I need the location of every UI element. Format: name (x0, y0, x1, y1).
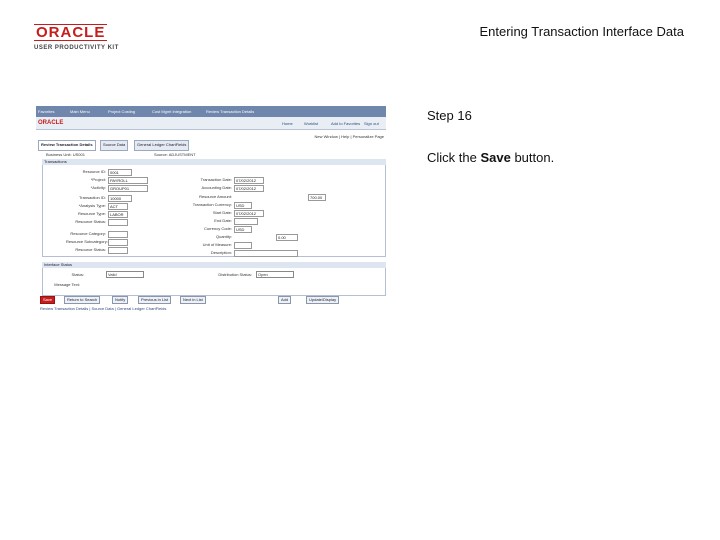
menu-favorites[interactable]: Favorites (38, 109, 54, 114)
link-add-favorites[interactable]: Add to Favorites (331, 121, 360, 126)
transactions-group-title: Transactions (42, 159, 386, 165)
step-label: Step 16 (427, 108, 472, 123)
action-button-bar: Save Return to Search Notify Previous in… (40, 296, 384, 304)
tab-source-data[interactable]: Source Data (100, 140, 129, 151)
business-unit-row: Business Unit: US001 (46, 152, 85, 157)
field-label: Transaction Date: (200, 177, 232, 182)
analysis-type-input[interactable]: ACT (108, 203, 128, 210)
distribution-status-label: Distribution Status: (218, 272, 252, 277)
field-label: Transaction Currency: (192, 202, 232, 207)
start-date-input[interactable]: 07/02/2012 (234, 210, 264, 217)
unit-of-measure-input[interactable] (234, 242, 252, 249)
end-date-input[interactable] (234, 218, 258, 225)
link-home[interactable]: Home (282, 121, 293, 126)
field-label: Resource Subcategory: (66, 239, 108, 244)
status-label: Status: (71, 272, 84, 277)
save-keyword: Save (480, 150, 511, 165)
oracle-upk-logo: ORACLE USER PRODUCTIVITY KIT (34, 24, 124, 51)
accounting-date-input[interactable]: 07/02/2012 (234, 185, 264, 192)
document-title: Entering Transaction Interface Data (479, 24, 684, 39)
field-label: Unit of Measure: (202, 242, 232, 247)
field-label: Resource ID: (82, 169, 106, 174)
activity-input[interactable]: GROUP01 (108, 185, 148, 192)
app-oracle-logo: ORACLE (38, 120, 64, 126)
transaction-date-input[interactable]: 07/02/2012 (234, 177, 264, 184)
page-toolbar-links[interactable]: New Window | Help | Personalize Page (315, 134, 384, 139)
description-input[interactable] (234, 250, 298, 257)
resource-amount-input[interactable]: 700.00 (308, 194, 326, 201)
update-display-button[interactable]: Update/Display (306, 296, 340, 304)
field-label: Resource Amount: (199, 194, 232, 199)
application-screenshot: Favorites Main Menu Project Costing Cost… (36, 106, 386, 316)
app-menubar: Favorites Main Menu Project Costing Cost… (36, 106, 386, 117)
upk-subtitle: USER PRODUCTIVITY KIT (34, 45, 119, 51)
step-instruction: Click the Save button. (427, 150, 555, 165)
project-input[interactable]: PAYROLL (108, 177, 148, 184)
app-subbar: ORACLE Home Worklist Add to Favorites Si… (36, 117, 386, 130)
link-worklist[interactable]: Worklist (304, 121, 318, 126)
field-label: Resource Type: (78, 211, 106, 216)
field-label: Resource Status: (75, 247, 106, 252)
field-label: Resource Status: (75, 219, 106, 224)
interface-status-title: Interface Status (42, 262, 386, 268)
tab-gl-chartfields[interactable]: General Ledger ChartFields (134, 140, 190, 151)
resource-subcategory-input[interactable] (108, 239, 128, 246)
transaction-id-input[interactable]: 10000 (108, 195, 132, 202)
oracle-wordmark: ORACLE (34, 24, 108, 41)
field-label: *Analysis Type: (78, 203, 106, 208)
resource-status-2-input[interactable] (108, 247, 128, 254)
currency-code-input[interactable]: USD (234, 226, 252, 233)
message-text-label: Message Text: (54, 282, 80, 287)
field-label: *Project: (90, 177, 106, 182)
previous-in-list-button[interactable]: Previous in List (138, 296, 172, 304)
field-label: Resource Category: (70, 231, 106, 236)
field-label: *Activity: (90, 185, 106, 190)
transaction-currency-input[interactable]: USD (234, 202, 252, 209)
field-label: Currency Code: (203, 226, 232, 231)
notify-button[interactable]: Notify (112, 296, 129, 304)
bottom-page-links[interactable]: Review Transaction Details | Source Data… (40, 306, 166, 311)
status-select[interactable]: Valid (106, 271, 144, 278)
source-row: Source: ADJUSTMENT (154, 152, 196, 157)
field-label: Quantity: (215, 234, 232, 239)
save-button[interactable]: Save (40, 296, 56, 304)
field-label: Accounting Date: (201, 185, 232, 190)
resource-category-input[interactable] (108, 231, 128, 238)
tab-review-details[interactable]: Review Transaction Details (38, 140, 96, 151)
field-label: Description: (210, 250, 232, 255)
menu-project-costing[interactable]: Project Costing (108, 109, 135, 114)
resource-id-input[interactable]: 0001 (108, 169, 132, 176)
field-label: End Date: (214, 218, 232, 223)
quantity-input[interactable]: 0.00 (276, 234, 298, 241)
next-in-list-button[interactable]: Next in List (180, 296, 206, 304)
field-label: Start Date: (212, 210, 232, 215)
link-sign-out[interactable]: Sign out (364, 121, 379, 126)
menu-main[interactable]: Main Menu (70, 109, 90, 114)
distribution-status-select[interactable]: Open (256, 271, 294, 278)
return-to-search-button[interactable]: Return to Search (64, 296, 101, 304)
field-label: Transaction ID: (79, 195, 106, 200)
add-button[interactable]: Add (278, 296, 292, 304)
resource-type-input[interactable]: LABOR (108, 211, 128, 218)
menu-review-details[interactable]: Review Transaction Details (206, 109, 254, 114)
menu-cost-mgmt[interactable]: Cost Mgmt Integration (152, 109, 191, 114)
resource-status-input[interactable] (108, 219, 128, 226)
